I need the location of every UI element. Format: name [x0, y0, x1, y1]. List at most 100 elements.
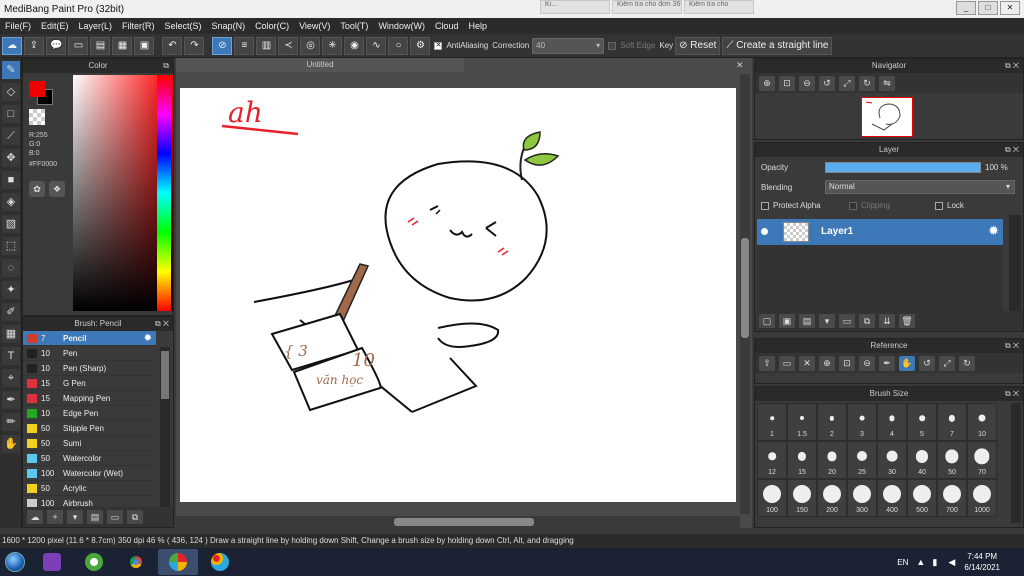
flip-icon[interactable]: ⇋	[879, 75, 895, 91]
expand-icon[interactable]: ⧉ ✕	[1005, 339, 1019, 353]
rotate-left-icon[interactable]: ↺	[819, 75, 835, 91]
menu-file[interactable]: File(F)	[0, 21, 36, 31]
text-tool-icon[interactable]: T	[2, 347, 20, 365]
rotate-right-icon[interactable]: ↻	[959, 355, 975, 371]
layer-row[interactable]: Layer1 ✹	[757, 219, 1003, 245]
eraser-tool-icon[interactable]: ◇	[2, 83, 20, 101]
drawing-canvas[interactable]: ah {3 10 văn học	[180, 88, 736, 502]
brush-item[interactable]: 50 Stipple Pen	[23, 421, 156, 436]
horizontal-scrollbar[interactable]	[176, 516, 740, 528]
blending-select[interactable]: Normal	[825, 180, 1015, 194]
brush-menu-icon[interactable]: ▾	[67, 510, 83, 524]
antialiasing-checkbox[interactable]: ✕	[434, 41, 443, 50]
maximize-button[interactable]: □	[978, 1, 998, 15]
brush-size-cell[interactable]: 2	[817, 403, 847, 441]
straight-line-button[interactable]: ⟋ Create a straight line	[722, 36, 833, 55]
hue-slider[interactable]	[157, 75, 171, 311]
menu-layer[interactable]: Layer(L)	[74, 21, 118, 31]
layer-folder-icon[interactable]: ▭	[839, 314, 855, 328]
layer-scrollbar[interactable]	[1009, 215, 1021, 311]
soft-edge-checkbox[interactable]	[608, 41, 617, 50]
radial-snap-icon[interactable]: ≺	[278, 36, 299, 55]
delete-layer-icon[interactable]: 🗑	[899, 314, 915, 328]
clock[interactable]: 7:44 PM 6/14/2021	[964, 551, 1000, 573]
duplicate-layer-icon[interactable]: ⧉	[859, 314, 875, 328]
zoom-in-icon[interactable]: ⊕	[759, 75, 775, 91]
brush-size-cell[interactable]: 300	[847, 479, 877, 517]
volume-icon[interactable]: ◀	[948, 557, 958, 567]
redo-icon[interactable]: ↷	[184, 36, 205, 55]
brush-item[interactable]: 50 Sumi	[23, 436, 156, 451]
focus-line-snap-icon[interactable]: ✳	[322, 36, 343, 55]
start-button[interactable]	[0, 549, 30, 575]
concentric-snap-icon[interactable]: ◎	[300, 36, 321, 55]
brush-size-cell[interactable]: 200	[817, 479, 847, 517]
expand-icon[interactable]: ⧉ ✕	[155, 317, 169, 331]
comment-icon[interactable]: 💬	[46, 36, 67, 55]
brush-size-scrollbar[interactable]	[1011, 403, 1021, 523]
zoom-fit-icon[interactable]: ⊡	[839, 355, 855, 371]
new-layer-icon[interactable]: ▢	[759, 314, 775, 328]
rotate-right-icon[interactable]: ↻	[859, 75, 875, 91]
document-tab[interactable]: Untitled	[176, 58, 464, 72]
magic-wand-icon[interactable]: ✦	[2, 281, 20, 299]
brush-size-cell[interactable]: 5	[907, 403, 937, 441]
folder-icon[interactable]: ▭	[107, 510, 123, 524]
open-folder-icon[interactable]: ▭	[779, 355, 795, 371]
zoom-in-icon[interactable]: ⊕	[819, 355, 835, 371]
fill-tool-icon[interactable]: ◈	[2, 193, 20, 211]
brush-item[interactable]: 100 Watercolor (Wet)	[23, 466, 156, 481]
brush-settings-icon[interactable]: ▤	[87, 510, 103, 524]
hand-icon[interactable]: ✋	[899, 355, 915, 371]
brush-size-cell[interactable]: 15	[787, 441, 817, 479]
palette-icon[interactable]: ✿	[29, 181, 45, 197]
menu-tool[interactable]: Tool(T)	[335, 21, 373, 31]
curve-snap-icon[interactable]: ∿	[366, 36, 387, 55]
minimize-button[interactable]: _	[956, 1, 976, 15]
bg-tab[interactable]: Kiểm tra cho đơn 365 Trợ	[612, 0, 682, 14]
layer-settings-icon[interactable]: ✹	[988, 223, 999, 239]
merge-layer-icon[interactable]: ⇊	[879, 314, 895, 328]
clipping-checkbox[interactable]	[849, 201, 857, 210]
rotate-left-icon[interactable]: ↺	[919, 355, 935, 371]
vertical-scroll-thumb[interactable]	[741, 238, 749, 338]
rectangle-tool-icon[interactable]: □	[2, 105, 20, 123]
opacity-slider[interactable]	[825, 162, 981, 173]
gradient-tool-icon[interactable]: ▧	[2, 215, 20, 233]
share-icon[interactable]: ⇪	[24, 36, 44, 55]
zoom-out-icon[interactable]: ⊖	[799, 75, 815, 91]
color-settings-icon[interactable]: ❖	[49, 181, 65, 197]
taskbar-paint[interactable]	[200, 549, 240, 575]
new-halftone-layer-icon[interactable]: ▣	[779, 314, 795, 328]
snap-off-icon[interactable]: ⊘	[212, 36, 233, 55]
menu-window[interactable]: Window(W)	[373, 21, 430, 31]
operation-tool-icon[interactable]: ⌖	[2, 369, 20, 387]
brush-scroll-thumb[interactable]	[161, 351, 169, 399]
bg-tab[interactable]: Kiểm tra cho	[684, 0, 754, 14]
hand-tool-icon[interactable]: ✋	[2, 435, 20, 453]
protect-alpha-checkbox[interactable]	[761, 201, 769, 210]
brush-size-cell[interactable]: 12	[757, 441, 787, 479]
zoom-fit-icon[interactable]: ⊡	[779, 75, 795, 91]
eyedropper-icon[interactable]: ✒	[2, 391, 20, 409]
brush-item[interactable]: 10 Pen (Sharp)	[23, 361, 156, 376]
select-pen-icon[interactable]: ✐	[2, 303, 20, 321]
taskbar-chrome[interactable]	[116, 549, 156, 575]
upload-icon[interactable]: ⇧	[759, 355, 775, 371]
foreground-color-swatch[interactable]	[29, 81, 45, 97]
duplicate-icon[interactable]: ⧉	[127, 510, 143, 524]
reset-button[interactable]: ⊘ Reset	[675, 36, 721, 55]
brush-size-cell[interactable]: 100	[757, 479, 787, 517]
brush-size-cell[interactable]: 25	[847, 441, 877, 479]
menu-cloud[interactable]: Cloud	[430, 21, 464, 31]
bg-tab[interactable]: Ki...	[540, 0, 610, 14]
grid-snap-icon[interactable]: ▥	[256, 36, 277, 55]
menu-snap[interactable]: Snap(N)	[207, 21, 251, 31]
menu-help[interactable]: Help	[463, 21, 492, 31]
menu-color[interactable]: Color(C)	[250, 21, 294, 31]
fit-window-icon[interactable]: ⤢	[939, 355, 955, 371]
parallel-snap-icon[interactable]: ≡	[234, 36, 255, 55]
expand-icon[interactable]: ⧉	[163, 59, 169, 73]
brush-size-cell[interactable]: 30	[877, 441, 907, 479]
move-tool-icon[interactable]: ✥	[2, 149, 20, 167]
